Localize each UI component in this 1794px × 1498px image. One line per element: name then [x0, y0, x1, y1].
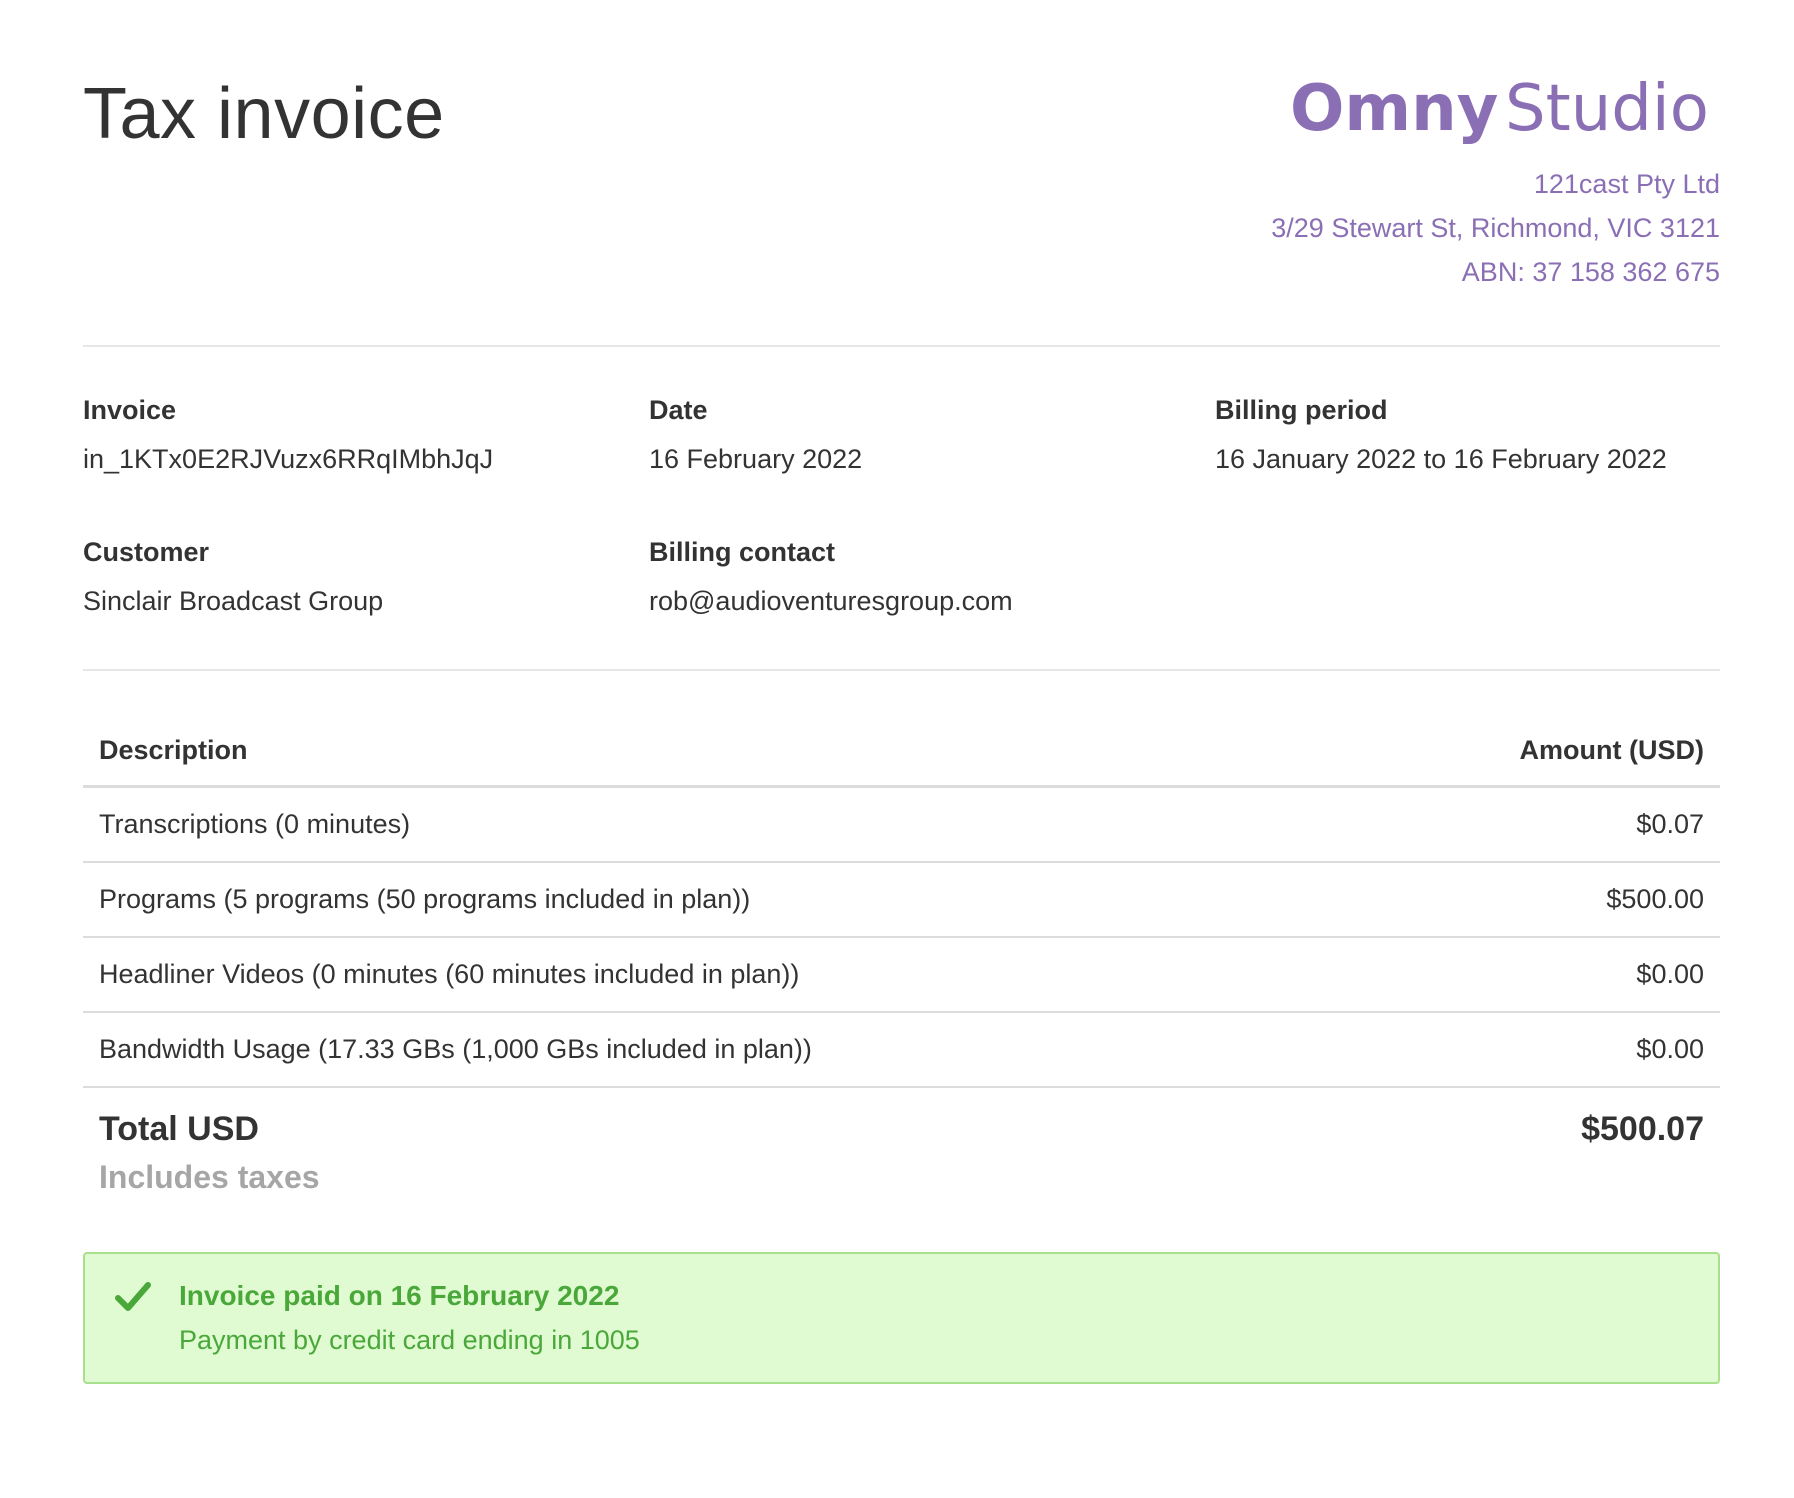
- billing-period-block: Billing period 16 January 2022 to 16 Feb…: [1215, 397, 1755, 473]
- invoice-number-block: Invoice in_1KTx0E2RJVuzx6RRqIMbhJqJ: [83, 397, 623, 473]
- billing-contact-label: Billing contact: [649, 537, 836, 567]
- logo-word-omny: Omny: [1290, 72, 1498, 146]
- total-label: Total USD: [99, 1110, 259, 1148]
- table-row: Transcriptions (0 minutes) $0.07: [83, 788, 1720, 863]
- row-amount: $0.07: [1636, 809, 1704, 839]
- company-abn: ABN: 37 158 362 675: [1461, 257, 1720, 287]
- customer-block: Customer Sinclair Broadcast Group: [83, 539, 623, 615]
- company-name: 121cast Pty Ltd: [1533, 169, 1720, 199]
- amount-column-header: Amount (USD): [1519, 735, 1704, 765]
- row-amount: $0.00: [1636, 1034, 1704, 1064]
- row-description: Headliner Videos (0 minutes (60 minutes …: [99, 959, 800, 989]
- row-description: Programs (5 programs (50 programs includ…: [99, 884, 751, 914]
- company-address: 3/29 Stewart St, Richmond, VIC 3121: [1271, 213, 1720, 243]
- line-items-table: Description Amount (USD) Transcriptions …: [83, 716, 1720, 1196]
- table-row: Headliner Videos (0 minutes (60 minutes …: [83, 938, 1720, 1013]
- row-amount: $500.00: [1606, 884, 1704, 914]
- invoice-page: Tax invoice Omny Studio 121cast Pty Ltd …: [83, 0, 1720, 1384]
- table-header: Description Amount (USD): [83, 716, 1720, 788]
- billing-contact-value[interactable]: rob@audioventuresgroup.com: [649, 588, 1189, 615]
- billing-period-label: Billing period: [1215, 395, 1388, 425]
- payment-status-title: Invoice paid on 16 February 2022: [179, 1280, 620, 1311]
- billing-contact-block: Billing contact rob@audioventuresgroup.c…: [649, 539, 1189, 615]
- billing-period-value: 16 January 2022 to 16 February 2022: [1215, 444, 1667, 474]
- total-label-block: Total USD Includes taxes: [99, 1110, 320, 1196]
- invoice-date-value: 16 February 2022: [649, 444, 863, 474]
- details-divider: [83, 669, 1720, 671]
- row-amount: $0.00: [1636, 959, 1704, 989]
- brand-block: Omny Studio 121cast Pty Ltd 3/29 Stewart…: [1271, 70, 1720, 294]
- page-title: Tax invoice: [83, 74, 445, 154]
- invoice-details: Invoice in_1KTx0E2RJVuzx6RRqIMbhJqJ Date…: [83, 347, 1720, 669]
- invoice-date-label: Date: [649, 395, 708, 425]
- total-amount: $500.07: [1581, 1110, 1704, 1148]
- customer-value: Sinclair Broadcast Group: [83, 586, 384, 616]
- omny-studio-logo: Omny Studio: [1290, 72, 1709, 146]
- invoice-number-label: Invoice: [83, 395, 177, 425]
- payment-status-banner: Invoice paid on 16 February 2022 Payment…: [83, 1252, 1720, 1384]
- payment-method-text: Payment by credit card ending in 1005: [179, 1325, 640, 1355]
- description-column-header: Description: [99, 735, 248, 765]
- includes-taxes-note: Includes taxes: [99, 1159, 320, 1195]
- invoice-date-block: Date 16 February 2022: [649, 397, 1189, 473]
- total-row: Total USD Includes taxes $500.07: [83, 1088, 1720, 1196]
- table-row: Bandwidth Usage (17.33 GBs (1,000 GBs in…: [83, 1013, 1720, 1088]
- invoice-number-value: in_1KTx0E2RJVuzx6RRqIMbhJqJ: [83, 444, 494, 474]
- company-info: 121cast Pty Ltd 3/29 Stewart St, Richmon…: [1271, 162, 1720, 294]
- table-row: Programs (5 programs (50 programs includ…: [83, 863, 1720, 938]
- checkmark-icon: [115, 1282, 151, 1311]
- invoice-header: Tax invoice Omny Studio 121cast Pty Ltd …: [83, 0, 1720, 345]
- row-description: Transcriptions (0 minutes): [99, 809, 411, 839]
- logo-word-studio: Studio: [1505, 72, 1709, 146]
- customer-label: Customer: [83, 537, 210, 567]
- row-description: Bandwidth Usage (17.33 GBs (1,000 GBs in…: [99, 1034, 812, 1064]
